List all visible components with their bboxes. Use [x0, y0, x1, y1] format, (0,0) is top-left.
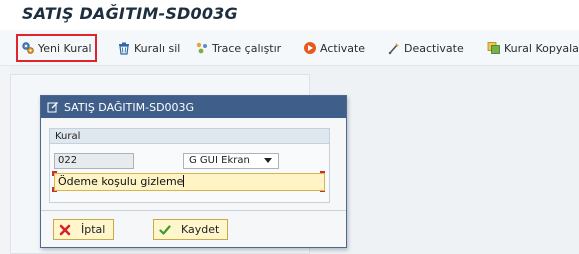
- rule-type-select[interactable]: G GUI Ekran: [183, 153, 279, 169]
- delete-rule-button[interactable]: Kuralı sil: [117, 36, 180, 60]
- delete-rule-label: Kuralı sil: [134, 41, 181, 55]
- rule-description-value: Ödeme koşulu gizleme: [58, 175, 184, 188]
- copy-rule-label: Kural Kopyala: [504, 41, 579, 55]
- new-rule-button[interactable]: Yeni Kural: [16, 34, 97, 62]
- activate-label: Activate: [320, 41, 366, 55]
- text-cursor: [183, 175, 185, 187]
- new-rule-label: Yeni Kural: [38, 41, 92, 55]
- deactivate-button[interactable]: Deactivate: [387, 36, 464, 60]
- title-bar: SATIŞ DAĞITIM-SD003G: [0, 0, 579, 30]
- rule-group-label: Kural: [50, 129, 329, 144]
- rule-dialog: SATIŞ DAĞITIM-SD003G Kural 022 G GUI Ekr…: [40, 95, 347, 248]
- dialog-footer-divider: [41, 210, 346, 211]
- activate-icon: [304, 42, 316, 54]
- rule-code-field[interactable]: 022: [54, 153, 134, 169]
- deactivate-label: Deactivate: [404, 41, 464, 55]
- app-title: SATIŞ DAĞITIM-SD003G: [22, 4, 238, 23]
- trace-icon: [196, 42, 207, 54]
- toolbar: Yeni Kural Kuralı sil Trace çalıştır Act…: [0, 30, 579, 66]
- dialog-title-bar[interactable]: SATIŞ DAĞITIM-SD003G: [41, 96, 346, 118]
- cancel-icon: [59, 224, 71, 235]
- deactivate-icon: [388, 43, 399, 55]
- left-panel: [0, 66, 10, 254]
- cancel-button[interactable]: İptal: [53, 219, 115, 240]
- rule-group: Kural 022 G GUI Ekran Ödeme koşulu gizle…: [49, 128, 330, 203]
- dialog-title: SATIŞ DAĞITIM-SD003G: [64, 100, 195, 114]
- trace-label: Trace çalıştır: [212, 41, 282, 55]
- copy-rule-button[interactable]: Kural Kopyala: [487, 36, 579, 60]
- trace-button[interactable]: Trace çalıştır: [195, 36, 281, 60]
- rule-type-value: G GUI Ekran: [189, 155, 250, 166]
- dropdown-arrow-icon[interactable]: [264, 158, 272, 163]
- check-icon: [159, 224, 171, 235]
- save-label: Kaydet: [181, 223, 220, 236]
- activate-button[interactable]: Activate: [303, 36, 365, 60]
- copy-rule-icon: [487, 42, 500, 54]
- cancel-label: İptal: [81, 223, 106, 236]
- edit-window-icon: [47, 102, 58, 113]
- save-button[interactable]: Kaydet: [153, 219, 229, 240]
- rule-description-input[interactable]: Ödeme koşulu gizleme: [54, 173, 325, 191]
- new-rule-icon: [22, 42, 34, 54]
- trash-icon: [119, 42, 129, 55]
